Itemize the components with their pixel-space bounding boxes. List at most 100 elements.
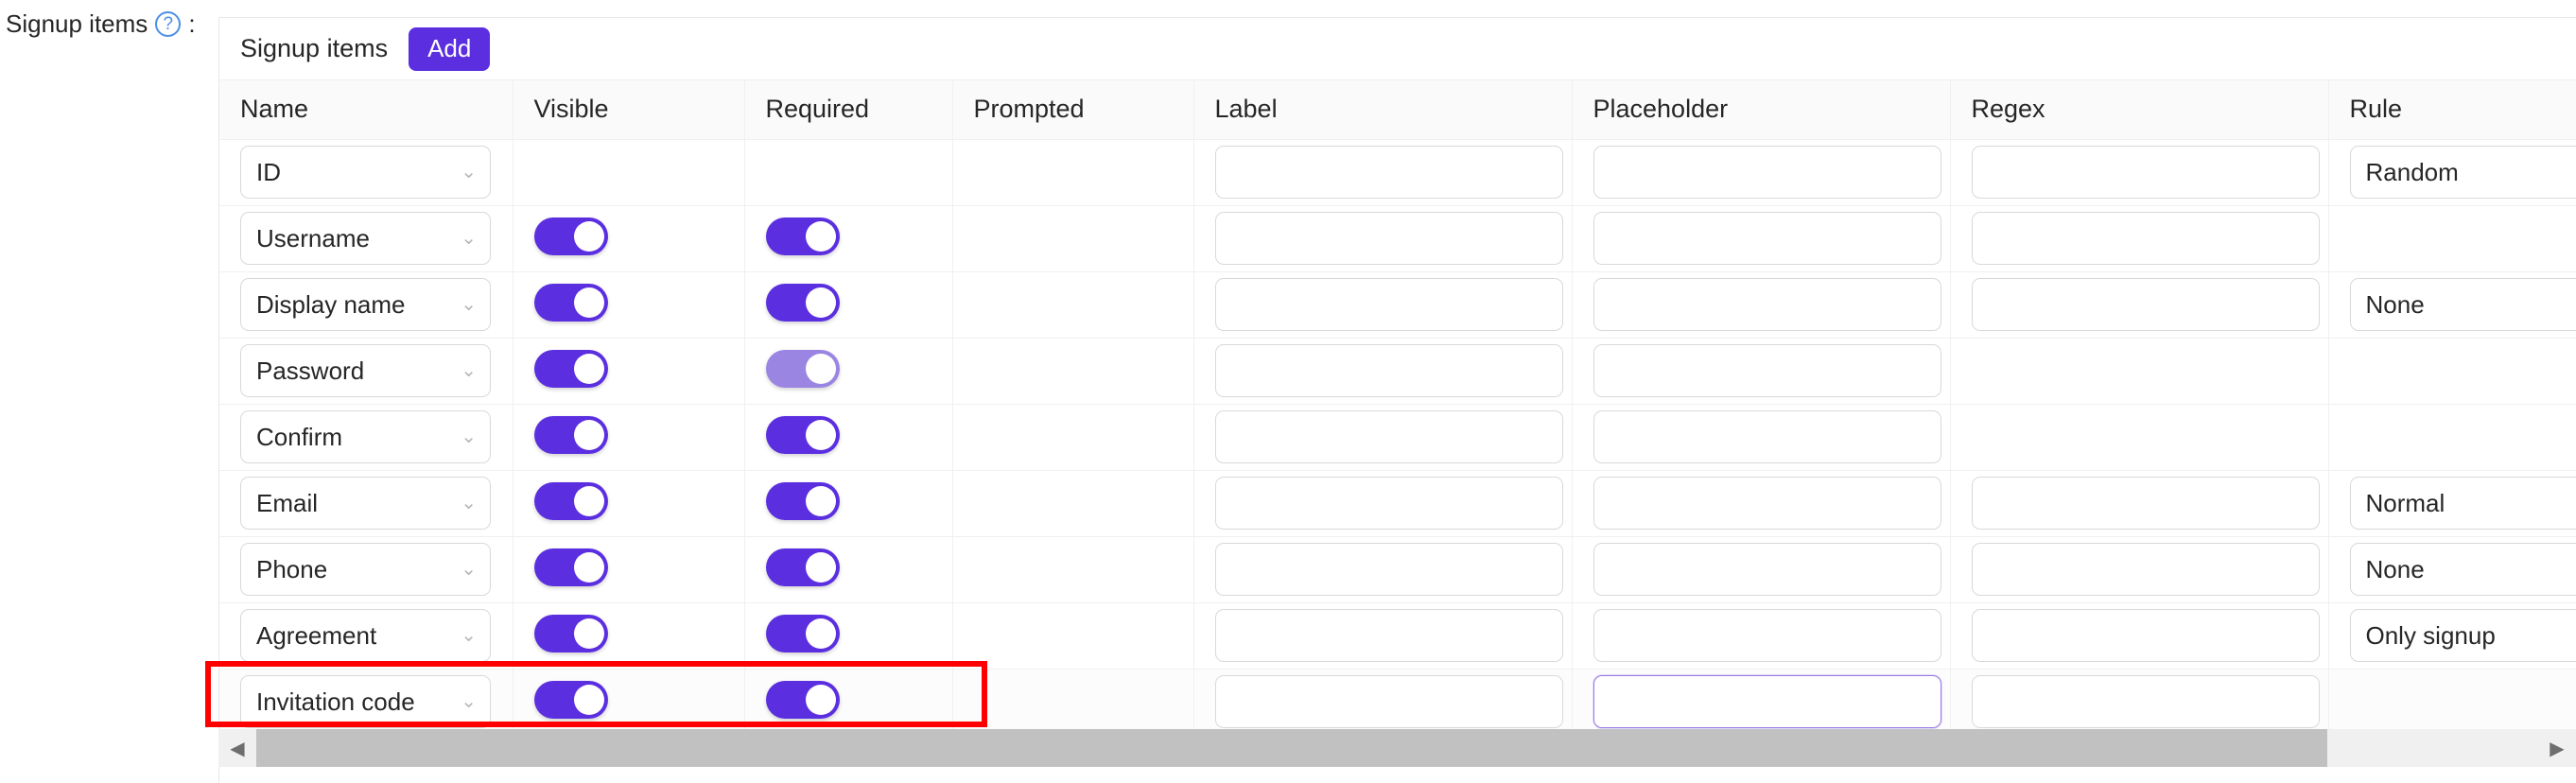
visible-toggle-8[interactable] xyxy=(533,680,608,719)
required-toggle-1[interactable] xyxy=(765,217,840,255)
required-toggle-3[interactable] xyxy=(765,349,840,388)
label-input-1[interactable] xyxy=(1214,212,1563,265)
regex-input-6[interactable] xyxy=(1971,543,2320,596)
regex-input-2[interactable] xyxy=(1971,278,2320,331)
rule-select-2[interactable]: None⌄ xyxy=(2349,278,2576,331)
column-header-label[interactable]: Label xyxy=(1193,80,1573,140)
switch-knob xyxy=(805,485,836,516)
table-row: Password ⌄ xyxy=(219,338,2576,405)
column-header-required[interactable]: Required xyxy=(744,80,953,140)
required-toggle-2[interactable] xyxy=(765,283,840,322)
name-select-5[interactable]: Email ⌄ xyxy=(240,477,491,530)
name-select-3[interactable]: Password ⌄ xyxy=(240,344,491,397)
visible-toggle-2[interactable] xyxy=(533,283,608,322)
placeholder-input-0[interactable] xyxy=(1593,146,1941,199)
label-input-8[interactable] xyxy=(1214,675,1563,728)
label-input-5[interactable] xyxy=(1214,477,1563,530)
table-row: Display name ⌄ None⌄ xyxy=(219,271,2576,339)
add-button[interactable]: Add xyxy=(409,26,491,71)
column-header-visible[interactable]: Visible xyxy=(513,80,745,140)
column-header-prompted[interactable]: Prompted xyxy=(952,80,1194,140)
cell-visible xyxy=(513,205,745,272)
scroll-right-arrow-icon[interactable]: ▶ xyxy=(2538,729,2576,767)
cell-placeholder xyxy=(1572,470,1951,537)
placeholder-input-8[interactable] xyxy=(1593,675,1941,728)
table-header-row: Name Visible Required Prompted Label Pla… xyxy=(219,80,2576,140)
placeholder-input-5[interactable] xyxy=(1593,477,1941,530)
cell-placeholder xyxy=(1572,139,1951,206)
switch-knob xyxy=(805,353,836,384)
label-input-7[interactable] xyxy=(1214,609,1563,662)
placeholder-input-4[interactable] xyxy=(1593,410,1941,463)
cell-rule xyxy=(2328,205,2576,272)
column-header-placeholder[interactable]: Placeholder xyxy=(1572,80,1951,140)
placeholder-input-3[interactable] xyxy=(1593,344,1941,397)
visible-toggle-4[interactable] xyxy=(533,415,608,454)
switch-knob xyxy=(573,618,604,649)
placeholder-input-2[interactable] xyxy=(1593,278,1941,331)
switch-knob xyxy=(805,551,836,583)
visible-toggle-1[interactable] xyxy=(533,217,608,255)
cell-regex xyxy=(1950,338,2329,405)
rule-select-7[interactable]: Only signup⌄ xyxy=(2349,609,2576,662)
placeholder-input-7[interactable] xyxy=(1593,609,1941,662)
card-title: Signup items xyxy=(240,34,389,62)
cell-placeholder xyxy=(1572,536,1951,603)
scrollbar-track[interactable] xyxy=(256,729,2538,767)
name-select-0[interactable]: ID ⌄ xyxy=(240,146,491,199)
switch-knob xyxy=(573,287,604,318)
visible-toggle-5[interactable] xyxy=(533,481,608,520)
visible-toggle-6[interactable] xyxy=(533,548,608,586)
name-select-1[interactable]: Username ⌄ xyxy=(240,212,491,265)
label-input-3[interactable] xyxy=(1214,344,1563,397)
required-toggle-4[interactable] xyxy=(765,415,840,454)
placeholder-input-6[interactable] xyxy=(1593,543,1941,596)
rule-select-5[interactable]: Normal⌄ xyxy=(2349,477,2576,530)
label-input-4[interactable] xyxy=(1214,410,1563,463)
signup-items-card: Signup items Add Name Visible Required P… xyxy=(218,17,2576,783)
rule-select-0[interactable]: Random⌄ xyxy=(2349,146,2576,199)
horizontal-scrollbar[interactable]: ◀ ▶ xyxy=(218,729,2576,767)
rule-select-5-value: Normal xyxy=(2365,488,2445,517)
chevron-down-icon: ⌄ xyxy=(461,294,477,315)
chevron-down-icon: ⌄ xyxy=(461,493,477,513)
name-select-7[interactable]: Agreement ⌄ xyxy=(240,609,491,662)
cell-rule: Normal⌄ xyxy=(2328,470,2576,537)
placeholder-input-1[interactable] xyxy=(1593,212,1941,265)
cell-label xyxy=(1193,139,1573,206)
required-toggle-6[interactable] xyxy=(765,548,840,586)
regex-input-7[interactable] xyxy=(1971,609,2320,662)
table-scroll-viewport: Name Visible Required Prompted Label Pla… xyxy=(219,80,2576,736)
question-circle-icon[interactable]: ? xyxy=(155,10,182,37)
name-select-4[interactable]: Confirm ⌄ xyxy=(240,410,491,463)
column-header-name[interactable]: Name xyxy=(219,80,513,140)
rule-select-6[interactable]: None⌄ xyxy=(2349,543,2576,596)
cell-prompted xyxy=(952,139,1194,206)
required-toggle-7[interactable] xyxy=(765,614,840,652)
visible-toggle-7[interactable] xyxy=(533,614,608,652)
name-select-2[interactable]: Display name ⌄ xyxy=(240,278,491,331)
regex-input-1[interactable] xyxy=(1971,212,2320,265)
name-select-6[interactable]: Phone ⌄ xyxy=(240,543,491,596)
scroll-left-arrow-icon[interactable]: ◀ xyxy=(218,729,256,767)
regex-input-8[interactable] xyxy=(1971,675,2320,728)
required-toggle-5[interactable] xyxy=(765,481,840,520)
switch-knob xyxy=(573,419,604,450)
table-row: Confirm ⌄ xyxy=(219,404,2576,471)
switch-knob xyxy=(805,419,836,450)
regex-input-5[interactable] xyxy=(1971,477,2320,530)
cell-required xyxy=(744,139,953,206)
label-input-6[interactable] xyxy=(1214,543,1563,596)
table-row: ID ⌄ Random⌄ xyxy=(219,139,2576,206)
name-select-8[interactable]: Invitation code ⌄ xyxy=(240,675,491,728)
required-toggle-8[interactable] xyxy=(765,680,840,719)
cell-label xyxy=(1193,602,1573,670)
label-input-2[interactable] xyxy=(1214,278,1563,331)
label-input-0[interactable] xyxy=(1214,146,1563,199)
regex-input-0[interactable] xyxy=(1971,146,2320,199)
scrollbar-thumb[interactable] xyxy=(256,729,2327,767)
cell-label xyxy=(1193,669,1573,736)
column-header-rule[interactable]: Rule xyxy=(2328,80,2576,140)
visible-toggle-3[interactable] xyxy=(533,349,608,388)
column-header-regex[interactable]: Regex xyxy=(1950,80,2329,140)
